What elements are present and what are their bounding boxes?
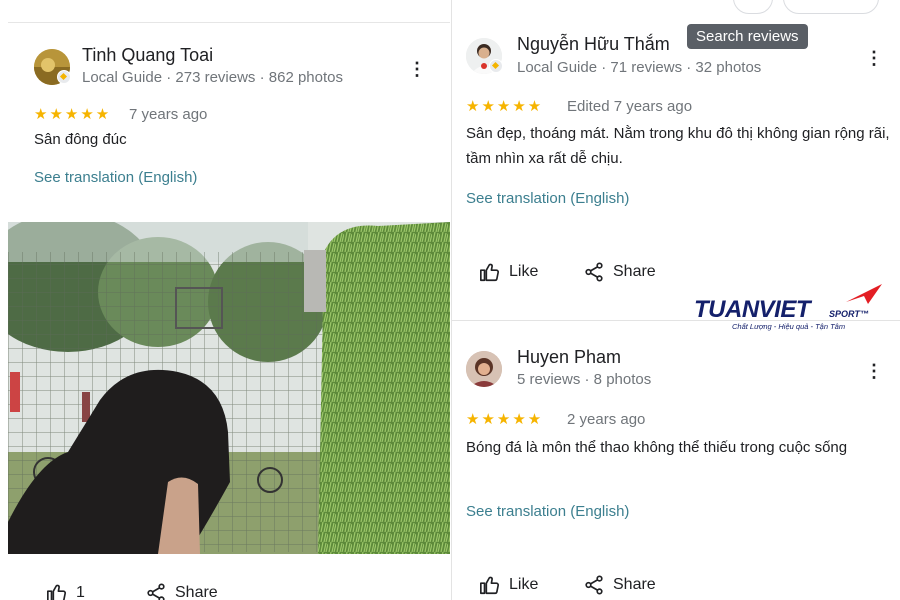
like-button[interactable]: Like [479, 574, 538, 596]
review-time: 7 years ago [129, 106, 208, 123]
review-text: Sân đẹp, thoáng mát. Nằm trong khu đô th… [466, 125, 890, 167]
share-button[interactable]: Share [583, 574, 656, 596]
local-guide-badge-icon [57, 70, 71, 84]
reviewer-name[interactable]: Tinh Quang Toai [82, 45, 213, 66]
see-translation-link[interactable]: See translation (English) [34, 169, 197, 186]
like-button[interactable]: Like [479, 261, 538, 283]
reviewer-name[interactable]: Huyen Pham [517, 347, 621, 368]
review-photo[interactable] [8, 222, 450, 554]
share-label: Share [175, 584, 218, 600]
thumb-up-icon [47, 584, 66, 600]
star-rating: ★★★★★ [466, 98, 544, 115]
share-icon [585, 575, 603, 595]
thumb-up-icon [480, 263, 499, 282]
see-translation-link[interactable]: See translation (English) [466, 503, 629, 520]
see-translation-link[interactable]: See translation (English) [466, 190, 629, 207]
reviewer-meta[interactable]: 5 reviews · 8 photos [517, 371, 651, 388]
more-options-icon[interactable]: ⋮ [865, 362, 883, 380]
logo-main-text: TUANVIET [694, 296, 811, 323]
review-time: 2 years ago [567, 411, 646, 428]
star-rating: ★★★★★ [34, 106, 112, 123]
like-count: 1 [76, 584, 85, 600]
review-text: Sân đông đúc [34, 131, 127, 148]
nav-button-right[interactable] [783, 0, 879, 14]
like-label: Like [509, 576, 539, 593]
local-guide-badge-icon [489, 59, 503, 73]
avatar[interactable] [466, 351, 502, 387]
thumb-up-icon [480, 576, 499, 595]
search-reviews-tooltip: Search reviews [687, 24, 808, 49]
reviewer-meta[interactable]: Local Guide · 71 reviews · 32 photos [517, 59, 761, 76]
more-options-icon[interactable]: ⋮ [408, 60, 426, 78]
review-text: Bóng đá là môn thể thao không thể thiếu … [466, 439, 848, 456]
column-divider [451, 0, 452, 600]
reviewer-name[interactable]: Nguyễn Hữu Thắm [517, 34, 670, 55]
share-icon [585, 262, 603, 282]
share-button[interactable]: Share [145, 582, 218, 600]
review-photo-image [8, 222, 450, 554]
share-button[interactable]: Share [583, 261, 656, 283]
review-time: Edited 7 years ago [567, 98, 693, 115]
share-label: Share [613, 576, 656, 593]
logo-swoosh-icon [846, 284, 882, 304]
logo-sport-text: SPORT™ [829, 309, 869, 319]
star-rating: ★★★★★ [466, 411, 544, 428]
like-label: Like [509, 263, 539, 280]
logo-tagline: Chất Lượng - Hiệu quả - Tận Tâm [732, 322, 846, 331]
reviewer-meta[interactable]: Local Guide · 273 reviews · 862 photos [82, 69, 343, 86]
tuanviet-sport-logo: TUANVIET SPORT™ Chất Lượng - Hiệu quả - … [694, 282, 890, 334]
more-options-icon[interactable]: ⋮ [865, 49, 883, 67]
like-button[interactable]: 1 [46, 582, 85, 600]
share-icon [147, 583, 165, 600]
top-divider [8, 22, 450, 23]
nav-button-left[interactable] [733, 0, 773, 14]
share-label: Share [613, 263, 656, 280]
